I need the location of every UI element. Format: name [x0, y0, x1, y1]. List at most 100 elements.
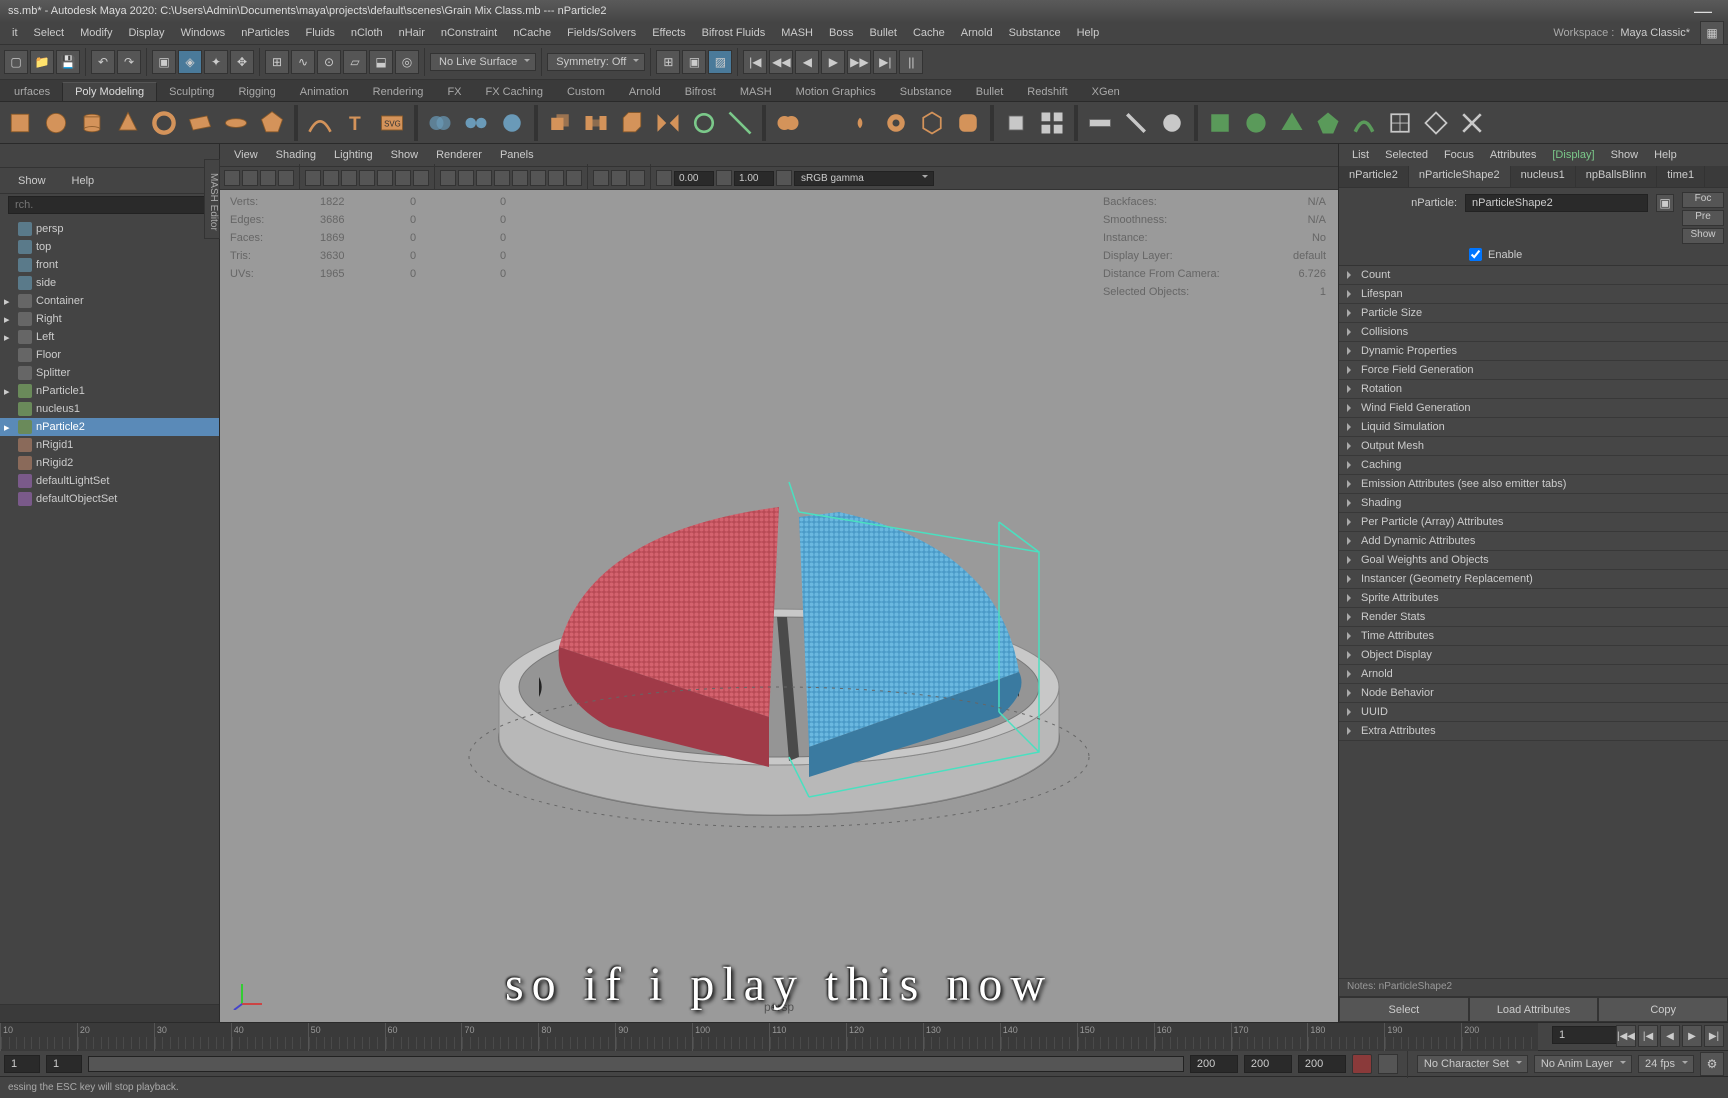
crease-icon[interactable] [1120, 107, 1152, 139]
extrude-icon[interactable] [544, 107, 576, 139]
multi-cut-icon[interactable] [724, 107, 756, 139]
vp-lights-icon[interactable] [494, 170, 510, 186]
green-tool-2-icon[interactable] [1240, 107, 1272, 139]
attr-section-header[interactable]: Dynamic Properties [1339, 342, 1728, 360]
play-fwd-icon[interactable]: ▶ [821, 50, 845, 74]
main-menu-item[interactable]: Modify [72, 24, 120, 42]
attr-section-header[interactable]: Node Behavior [1339, 684, 1728, 702]
viewport-menu-item[interactable]: Show [383, 147, 427, 163]
shelf-tab[interactable]: Rigging [226, 83, 287, 101]
booleans-intersect-icon[interactable] [844, 107, 876, 139]
vp-bookmark-icon[interactable] [260, 170, 276, 186]
bridge-icon[interactable] [580, 107, 612, 139]
range-slider[interactable] [88, 1056, 1184, 1072]
shelf-tab[interactable]: Sculpting [157, 83, 226, 101]
tree-expand-arrow[interactable]: ▸ [4, 421, 14, 431]
shelf-tab[interactable]: Motion Graphics [784, 83, 888, 101]
outliner-search-input[interactable] [8, 196, 211, 214]
shelf-tab[interactable]: Poly Modeling [62, 82, 157, 101]
film-gate-icon[interactable]: ▣ [682, 50, 706, 74]
attr-section-header[interactable]: Goal Weights and Objects [1339, 551, 1728, 569]
polycylinder-icon[interactable] [76, 107, 108, 139]
vp-film-gate-icon[interactable] [323, 170, 339, 186]
attr-section-header[interactable]: Shading [1339, 494, 1728, 512]
attr-section-header[interactable]: Caching [1339, 456, 1728, 474]
shelf-tab[interactable]: Rendering [361, 83, 436, 101]
vp-gamma-input[interactable]: 1.00 [734, 171, 774, 186]
main-menu-item[interactable]: Bifrost Fluids [694, 24, 774, 42]
tree-expand-arrow[interactable]: ▸ [4, 385, 14, 395]
polysphere-icon[interactable] [40, 107, 72, 139]
viewport-canvas[interactable]: Verts:182200Edges:368600Faces:186900Tris… [220, 190, 1338, 1022]
attr-section-header[interactable]: Extra Attributes [1339, 722, 1728, 740]
attr-section-header[interactable]: Lifespan [1339, 285, 1728, 303]
vp-textured-icon[interactable] [476, 170, 492, 186]
main-menu-item[interactable]: Cache [905, 24, 953, 42]
svg-tool-icon[interactable]: SVG [376, 107, 408, 139]
anim-layer-dropdown[interactable]: No Anim Layer [1534, 1055, 1632, 1073]
viewport-menu-item[interactable]: View [226, 147, 266, 163]
shelf-tab[interactable]: urfaces [2, 83, 62, 101]
attr-section-header[interactable]: Add Dynamic Attributes [1339, 532, 1728, 550]
outliner-show-menu[interactable]: Show [10, 173, 54, 189]
attr-editor-menu-item[interactable]: Show [1604, 147, 1646, 163]
outliner-item[interactable]: ▸nParticle2 [0, 418, 219, 436]
attr-section-header[interactable]: UUID [1339, 703, 1728, 721]
booleans-union-icon[interactable] [772, 107, 804, 139]
vp-lock-cam-icon[interactable] [242, 170, 258, 186]
attr-section-header[interactable]: Emission Attributes (see also emitter ta… [1339, 475, 1728, 493]
vp-grid-icon[interactable] [305, 170, 321, 186]
outliner-item[interactable]: nRigid1 [0, 436, 219, 454]
vp-gamma-icon[interactable] [716, 170, 732, 186]
anim-start-input[interactable] [4, 1055, 40, 1073]
attr-section-header[interactable]: Collisions [1339, 323, 1728, 341]
target-weld-icon[interactable] [688, 107, 720, 139]
outliner-item[interactable]: defaultLightSet [0, 472, 219, 490]
main-menu-item[interactable]: Substance [1001, 24, 1069, 42]
attr-section-header[interactable]: Arnold [1339, 665, 1728, 683]
presets-button[interactable]: Pre [1682, 210, 1724, 226]
select-tool-icon[interactable]: ▣ [152, 50, 176, 74]
smooth-mesh-icon[interactable] [952, 107, 984, 139]
attr-section-header[interactable]: Instancer (Geometry Replacement) [1339, 570, 1728, 588]
attr-name-input[interactable] [1465, 194, 1648, 212]
attr-editor-tab[interactable]: nParticleShape2 [1409, 166, 1511, 187]
cube-uv-icon[interactable] [1000, 107, 1032, 139]
tree-expand-arrow[interactable]: ▸ [4, 331, 14, 341]
curve-tool-icon[interactable] [304, 107, 336, 139]
step-back-icon[interactable]: ◀◀ [769, 50, 793, 74]
main-menu-item[interactable]: Bullet [861, 24, 905, 42]
time-slider[interactable]: 1020304050607080901001101201301401501601… [0, 1022, 1728, 1050]
vp-safe-title-icon[interactable] [413, 170, 429, 186]
attr-section-header[interactable]: Count [1339, 266, 1728, 284]
snap-point-icon[interactable]: ⊙ [317, 50, 341, 74]
main-menu-item[interactable]: it [4, 24, 26, 42]
move-tool-icon[interactable]: ✥ [230, 50, 254, 74]
quad-draw-icon[interactable] [1348, 107, 1380, 139]
vp-select-cam-icon[interactable] [224, 170, 240, 186]
platonic-icon[interactable] [256, 107, 288, 139]
grid-icon[interactable]: ⊞ [656, 50, 680, 74]
step-fwd-key-button[interactable]: ▶| [1704, 1025, 1724, 1047]
separate-icon[interactable] [460, 107, 492, 139]
set-key-button[interactable] [1352, 1054, 1372, 1074]
circularize-icon[interactable] [916, 107, 948, 139]
step-fwd-icon[interactable]: ▶▶ [847, 50, 871, 74]
lasso-tool-icon[interactable]: ◈ [178, 50, 202, 74]
shelf-tab[interactable]: Redshift [1015, 83, 1079, 101]
green-tool-1-icon[interactable] [1204, 107, 1236, 139]
outliner-item[interactable]: ▸Container [0, 292, 219, 310]
main-menu-item[interactable]: Effects [644, 24, 693, 42]
viewport-menu-item[interactable]: Renderer [428, 147, 490, 163]
cleanup-icon[interactable] [1456, 107, 1488, 139]
new-scene-icon[interactable]: ▢ [4, 50, 28, 74]
go-to-start-button[interactable]: |◀◀ [1616, 1025, 1636, 1047]
attr-editor-bottom-button[interactable]: Load Attributes [1469, 997, 1599, 1022]
play-start-icon[interactable]: |◀ [743, 50, 767, 74]
outliner-item[interactable]: Splitter [0, 364, 219, 382]
undo-icon[interactable]: ↶ [91, 50, 115, 74]
snap-view-icon[interactable]: ⬓ [369, 50, 393, 74]
snap-grid-icon[interactable]: ⊞ [265, 50, 289, 74]
focus-button[interactable]: Foc [1682, 192, 1724, 208]
vp-field-chart-icon[interactable] [377, 170, 393, 186]
